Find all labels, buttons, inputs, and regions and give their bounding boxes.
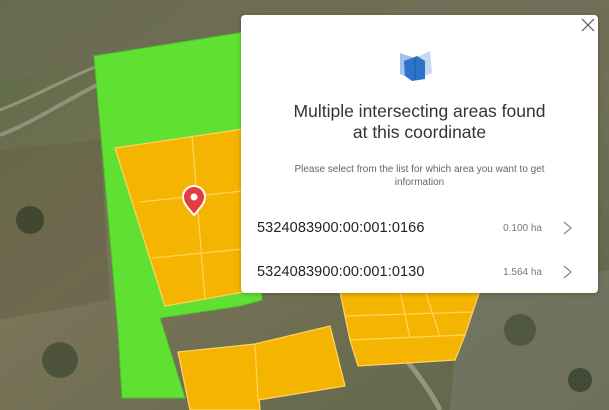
parcel-polygon[interactable] bbox=[177, 343, 261, 410]
chevron-right-icon bbox=[563, 221, 572, 235]
area-cadastral-number: 5324083900:00:001:0166 bbox=[257, 220, 425, 236]
popup-title-line: Multiple intersecting areas found bbox=[293, 101, 546, 121]
area-list-item[interactable]: 5324083900:00:001:0130 1.564 ha bbox=[241, 257, 598, 287]
popup-title: Multiple intersecting areas found at thi… bbox=[251, 101, 588, 143]
layers-icon bbox=[400, 51, 432, 81]
tree-cluster bbox=[504, 314, 536, 346]
popup-subtitle: Please select from the list for which ar… bbox=[255, 163, 584, 189]
popup-subtitle-line: information bbox=[394, 177, 445, 188]
intersecting-areas-popup: Multiple intersecting areas found at thi… bbox=[241, 15, 598, 293]
tree-cluster bbox=[42, 342, 78, 378]
area-size: 0.100 ha bbox=[503, 222, 542, 234]
field-left bbox=[0, 140, 110, 320]
chevron-right-icon bbox=[563, 265, 572, 279]
area-size: 1.564 ha bbox=[503, 266, 542, 278]
tree-cluster bbox=[16, 206, 44, 234]
close-icon[interactable] bbox=[580, 17, 596, 33]
popup-title-line: at this coordinate bbox=[352, 122, 487, 142]
tree-cluster bbox=[568, 368, 592, 392]
popup-subtitle-line: Please select from the list for which ar… bbox=[294, 164, 545, 175]
area-cadastral-number: 5324083900:00:001:0130 bbox=[257, 264, 425, 280]
area-list-item[interactable]: 5324083900:00:001:0166 0.100 ha bbox=[241, 213, 598, 243]
